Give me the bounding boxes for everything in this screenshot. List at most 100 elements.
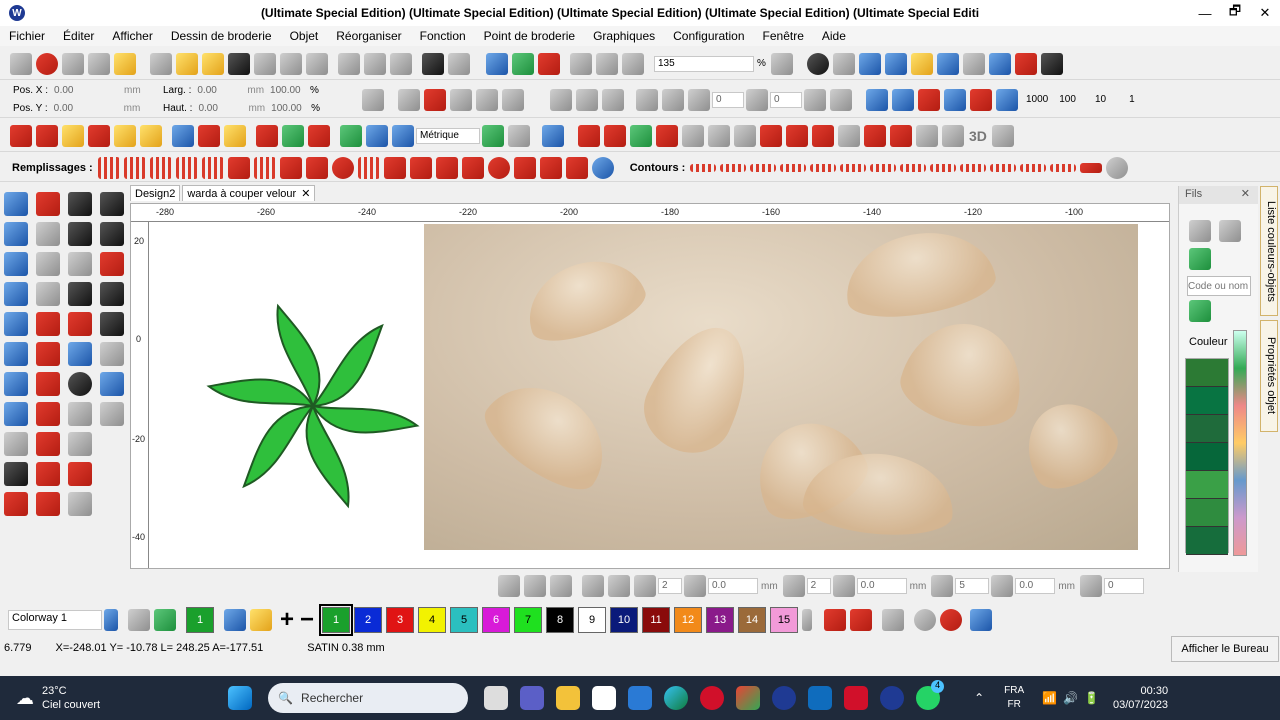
grid-colors-icon[interactable] xyxy=(884,52,907,75)
shapes-icon[interactable] xyxy=(198,124,220,147)
node-edit-icon[interactable] xyxy=(36,282,60,306)
fill-pattern-1-icon[interactable] xyxy=(97,156,120,179)
width-icon[interactable] xyxy=(832,575,855,597)
thread-swatch-list[interactable] xyxy=(1185,358,1229,555)
table-icon[interactable] xyxy=(392,124,414,147)
store-icon[interactable] xyxy=(628,686,653,710)
color-wheel-icon[interactable] xyxy=(940,609,963,631)
rotate-angle-input[interactable]: 0 xyxy=(712,91,744,108)
ruler-grid-icon[interactable] xyxy=(988,52,1011,75)
tab-warda[interactable]: warda à couper velour ✕ xyxy=(182,185,316,201)
ellipse-icon[interactable] xyxy=(4,312,28,336)
contour-7-icon[interactable] xyxy=(870,163,897,172)
select-arrow2-icon[interactable] xyxy=(100,192,124,216)
export-icon[interactable] xyxy=(254,52,276,75)
tab-color-object-list[interactable]: Liste couleurs-objets xyxy=(1260,186,1278,316)
count-input[interactable]: 5 xyxy=(955,578,990,594)
color-swatch[interactable]: 8 xyxy=(546,607,575,633)
color-swatch[interactable]: 11 xyxy=(642,607,671,633)
fill-pattern-10-icon[interactable] xyxy=(331,156,354,179)
print-icon[interactable] xyxy=(280,52,302,75)
text-tool-icon[interactable] xyxy=(68,282,92,306)
chevron-up-icon[interactable]: ⌃ xyxy=(974,691,984,705)
thread-swatch[interactable] xyxy=(1186,415,1228,443)
menu-graphiques[interactable]: Graphiques xyxy=(584,29,664,43)
contour-curve-icon[interactable] xyxy=(1106,156,1129,179)
thread-swatch[interactable] xyxy=(1186,527,1228,555)
pattern15-icon[interactable] xyxy=(942,124,964,147)
color-swatch[interactable]: 1 xyxy=(319,604,354,636)
grid-square-icon[interactable] xyxy=(582,575,604,597)
offset-input[interactable]: 0.0 xyxy=(1015,578,1056,594)
menu-configuration[interactable]: Configuration xyxy=(664,29,753,43)
menu-fonction[interactable]: Fonction xyxy=(411,29,475,43)
thread-swatch[interactable] xyxy=(1186,471,1228,499)
density-input[interactable]: 2 xyxy=(806,578,831,594)
color-swatch[interactable]: 7 xyxy=(514,607,543,633)
hoop-icon[interactable] xyxy=(858,52,881,75)
width-pct-input[interactable]: 100.00 xyxy=(267,84,307,100)
count-100[interactable]: 100 xyxy=(1059,94,1076,105)
select-plus-icon[interactable] xyxy=(100,222,124,246)
menu-editer[interactable]: Éditer xyxy=(54,29,103,43)
moon-icon[interactable] xyxy=(591,156,614,179)
height-input[interactable]: 0.00 xyxy=(195,102,245,118)
swirl-embroidery-design[interactable] xyxy=(203,296,423,516)
home-icon[interactable] xyxy=(10,52,32,75)
ladder-icon[interactable] xyxy=(476,88,498,111)
fill-pattern-18-icon[interactable] xyxy=(539,156,562,179)
palette-icon[interactable] xyxy=(104,609,118,631)
rainbow-icon[interactable] xyxy=(256,124,278,147)
frame-box-icon[interactable] xyxy=(608,575,630,597)
copy-icon[interactable] xyxy=(364,52,386,75)
thread-grid-icon[interactable] xyxy=(1189,300,1211,322)
skew-icon[interactable] xyxy=(636,88,658,111)
close-button[interactable]: ✕ xyxy=(1250,0,1280,26)
mirror-h-icon[interactable] xyxy=(550,88,572,111)
offset-icon[interactable] xyxy=(991,575,1014,597)
curve-icon[interactable] xyxy=(508,124,530,147)
google-app-icon[interactable] xyxy=(736,686,761,710)
pattern1-icon[interactable] xyxy=(578,124,600,147)
fill-pattern-9-icon[interactable] xyxy=(305,156,328,179)
pattern6-icon[interactable] xyxy=(708,124,730,147)
height-icon[interactable] xyxy=(684,575,706,597)
keyboard-layout[interactable]: FR xyxy=(1004,698,1024,712)
fill-tool-icon[interactable] xyxy=(10,124,32,147)
curve-arrow-icon[interactable] xyxy=(36,372,60,396)
pattern12-icon[interactable] xyxy=(864,124,886,147)
knife-icon[interactable] xyxy=(68,252,92,276)
fill-pattern-16-icon[interactable] xyxy=(487,156,510,179)
align-icon[interactable] xyxy=(398,88,420,111)
pos-y-input[interactable]: 0.00 xyxy=(51,102,121,118)
menu-objet[interactable]: Objet xyxy=(281,29,328,43)
machine-icon[interactable] xyxy=(832,52,855,75)
fill-pattern-17-icon[interactable] xyxy=(513,156,536,179)
pen-icon[interactable] xyxy=(100,372,124,396)
hexagon-outline-icon[interactable] xyxy=(68,402,92,426)
background-color-icon[interactable] xyxy=(128,609,150,631)
stitch-angle-icon[interactable] xyxy=(424,88,446,111)
redo-icon[interactable] xyxy=(448,52,470,75)
cut-icon[interactable] xyxy=(338,52,360,75)
slant-icon[interactable] xyxy=(746,88,768,111)
wilcom-logo-icon[interactable] xyxy=(36,52,58,75)
fill-pattern-8-icon[interactable] xyxy=(279,156,302,179)
select-color-icon[interactable] xyxy=(100,252,124,276)
pattern5-icon[interactable] xyxy=(682,124,704,147)
contour-4-icon[interactable] xyxy=(780,163,807,172)
flip-icon[interactable] xyxy=(804,88,826,111)
freehand-icon[interactable] xyxy=(4,372,28,396)
ruler-icon[interactable] xyxy=(482,124,504,147)
rotate-icon[interactable] xyxy=(602,88,624,111)
explorer-icon[interactable] xyxy=(556,686,581,710)
menu-reorganiser[interactable]: Réorganiser xyxy=(327,29,410,43)
color-swatch[interactable]: 5 xyxy=(450,607,479,633)
contour-8-icon[interactable] xyxy=(900,163,927,172)
rotate-ccw-icon[interactable] xyxy=(688,88,710,111)
fill-pattern-12-icon[interactable] xyxy=(383,156,406,179)
balls-icon[interactable] xyxy=(308,124,330,147)
ring-tool-icon[interactable] xyxy=(36,252,60,276)
wifi-icon[interactable]: 📶 xyxy=(1042,691,1057,705)
contour-6-icon[interactable] xyxy=(840,163,867,172)
